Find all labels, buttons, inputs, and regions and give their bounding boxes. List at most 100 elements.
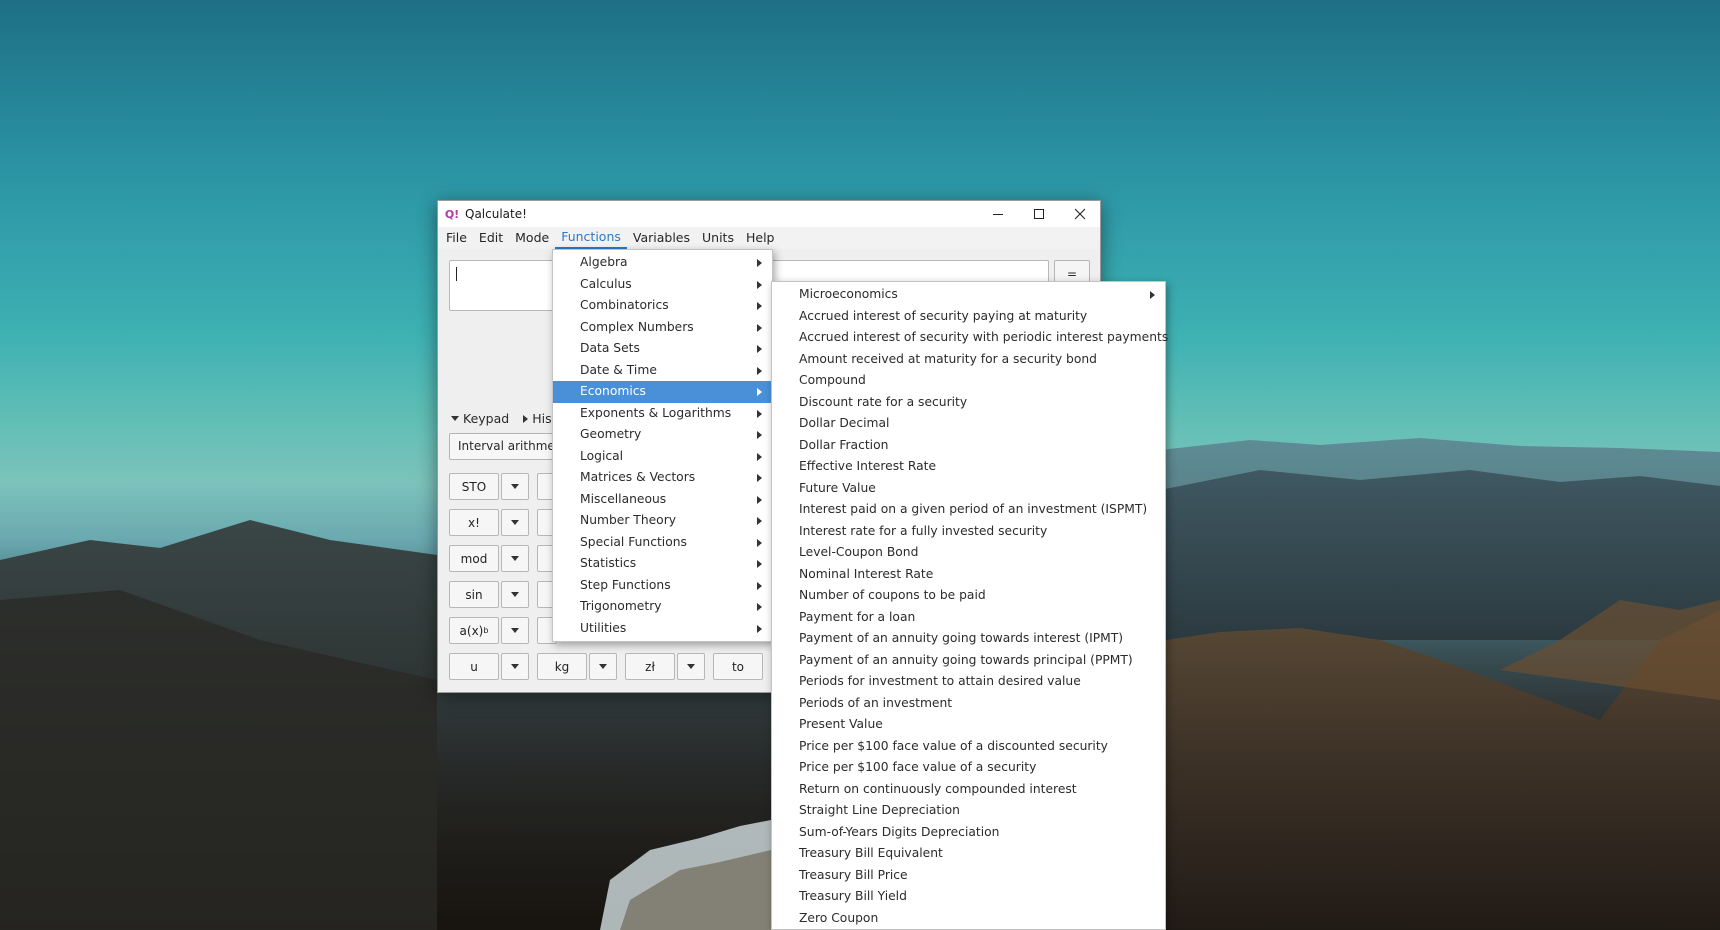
menu-item-label: Economics (580, 384, 646, 398)
text-caret (456, 267, 457, 281)
menu-help[interactable]: Help (740, 227, 781, 249)
sto-button[interactable]: STO (449, 473, 499, 500)
menu-file[interactable]: File (440, 227, 473, 249)
mod-button[interactable]: mod (449, 545, 499, 572)
menu-item-label: Logical (580, 448, 624, 463)
menu-item-label: Microeconomics (799, 287, 898, 301)
submenu-item[interactable]: Dollar Fraction (772, 435, 1165, 457)
submenu-arrow-icon (757, 538, 762, 547)
submenu-item[interactable]: Amount received at maturity for a securi… (772, 349, 1165, 371)
menu-units[interactable]: Units (696, 227, 740, 249)
maximize-button[interactable] (1018, 201, 1059, 227)
sin-button[interactable]: sin (449, 581, 499, 608)
submenu-item[interactable]: Price per $100 face value of a security (772, 757, 1165, 779)
unit-u-button[interactable]: u (449, 653, 499, 680)
submenu-item[interactable]: Accrued interest of security paying at m… (772, 306, 1165, 328)
submenu-arrow-icon (757, 366, 762, 375)
submenu-item[interactable]: Payment of an annuity going towards prin… (772, 650, 1165, 672)
unit-kg-button[interactable]: kg (537, 653, 587, 680)
menu-item-utilities[interactable]: Utilities (553, 618, 772, 640)
submenu-arrow-icon (757, 495, 762, 504)
submenu-item[interactable]: Future Value (772, 478, 1165, 500)
menu-item-exponents-logarithms[interactable]: Exponents & Logarithms (553, 403, 772, 425)
sto-dropdown[interactable] (501, 473, 529, 500)
submenu-item[interactable]: Present Value (772, 714, 1165, 736)
menu-item-label: Trigonometry (580, 599, 662, 613)
mod-dropdown[interactable] (501, 545, 529, 572)
factorial-dropdown[interactable] (501, 509, 529, 536)
menu-item-combinatorics[interactable]: Combinatorics (553, 295, 772, 317)
menu-item-logical[interactable]: Logical (553, 446, 772, 468)
dropdown-arrow-icon (511, 520, 519, 525)
menu-item-special-functions[interactable]: Special Functions (553, 532, 772, 554)
submenu-item[interactable]: Treasury Bill Equivalent (772, 843, 1165, 865)
menu-mode[interactable]: Mode (509, 227, 555, 249)
submenu-item[interactable]: Effective Interest Rate (772, 456, 1165, 478)
sin-dropdown[interactable] (501, 581, 529, 608)
submenu-item[interactable]: Price per $100 face value of a discounte… (772, 736, 1165, 758)
submenu-item[interactable]: Periods for investment to attain desired… (772, 671, 1165, 693)
menu-item-trigonometry[interactable]: Trigonometry (553, 596, 772, 618)
menu-edit[interactable]: Edit (473, 227, 509, 249)
menu-item-economics[interactable]: Economics (553, 381, 772, 403)
submenu-item[interactable]: Accrued interest of security with period… (772, 327, 1168, 349)
menu-item-label: Complex Numbers (580, 319, 694, 334)
unit-u-dropdown[interactable] (501, 653, 529, 680)
minimize-button[interactable] (977, 201, 1018, 227)
submenu-arrow-icon (757, 517, 762, 525)
minimize-icon (992, 214, 1003, 215)
unit-kg-dropdown[interactable] (589, 653, 617, 680)
submenu-arrow-icon (757, 388, 762, 396)
menu-item-statistics[interactable]: Statistics (553, 553, 772, 575)
menu-item-geometry[interactable]: Geometry (553, 424, 772, 446)
submenu-item[interactable]: Nominal Interest Rate (772, 564, 1165, 586)
submenu-item[interactable]: Periods of an investment (772, 693, 1165, 715)
keypad-toggle-label: Keypad (463, 411, 510, 426)
dropdown-arrow-icon (511, 556, 519, 561)
submenu-item[interactable]: Zero Coupon (772, 908, 1165, 930)
currency-zloty-button[interactable]: zł (625, 653, 675, 680)
convert-to-button[interactable]: to (713, 653, 763, 680)
menu-item-label: Exponents & Logarithms (580, 405, 732, 420)
submenu-item[interactable]: Compound (772, 370, 1165, 392)
power-dropdown[interactable] (501, 617, 529, 644)
submenu-item[interactable]: Return on continuously compounded intere… (772, 779, 1165, 801)
power-button[interactable]: a(x) b (449, 617, 499, 644)
menu-item-calculus[interactable]: Calculus (553, 274, 772, 296)
title-bar[interactable]: Q! Qalculate! (438, 201, 1100, 227)
submenu-item[interactable]: Payment of an annuity going towards inte… (772, 628, 1165, 650)
menu-variables[interactable]: Variables (627, 227, 696, 249)
submenu-item[interactable]: Straight Line Depreciation (772, 800, 1165, 822)
menu-item-complex-numbers[interactable]: Complex Numbers (553, 317, 772, 339)
submenu-item[interactable]: Level-Coupon Bond (772, 542, 1165, 564)
dropdown-arrow-icon (511, 592, 519, 597)
submenu-item[interactable]: Number of coupons to be paid (772, 585, 1165, 607)
menu-item-number-theory[interactable]: Number Theory (553, 510, 772, 532)
menu-item-label: Geometry (580, 427, 642, 441)
keypad-toggle[interactable]: Keypad (451, 411, 509, 426)
submenu-item[interactable]: Sum-of-Years Digits Depreciation (772, 822, 1165, 844)
submenu-item[interactable]: Treasury Bill Price (772, 865, 1165, 887)
menu-item-date-time[interactable]: Date & Time (553, 360, 772, 382)
currency-zloty-dropdown[interactable] (677, 653, 705, 680)
submenu-item[interactable]: Interest rate for a fully invested secur… (772, 521, 1165, 543)
submenu-item[interactable]: Dollar Decimal (772, 413, 1165, 435)
factorial-button[interactable]: x! (449, 509, 499, 536)
submenu-item[interactable]: Payment for a loan (772, 607, 1165, 629)
menu-item-label: Algebra (580, 255, 628, 269)
submenu-item[interactable]: Interest paid on a given period of an in… (772, 499, 1165, 521)
dropdown-arrow-icon (511, 484, 519, 489)
menu-functions[interactable]: Functions (555, 227, 627, 249)
submenu-item-microeconomics[interactable]: Microeconomics (772, 284, 1165, 306)
menu-item-matrices-vectors[interactable]: Matrices & Vectors (553, 467, 772, 489)
menu-item-miscellaneous[interactable]: Miscellaneous (553, 489, 772, 511)
interval-arithmetic-combo[interactable]: Interval arithmet (449, 433, 553, 460)
submenu-item[interactable]: Treasury Bill Yield (772, 886, 1165, 908)
menu-item-algebra[interactable]: Algebra (553, 252, 772, 274)
menu-item-data-sets[interactable]: Data Sets (553, 338, 772, 360)
submenu-item[interactable]: Discount rate for a security (772, 392, 1165, 414)
close-button[interactable] (1059, 201, 1100, 227)
submenu-arrow-icon (757, 345, 762, 353)
menu-item-step-functions[interactable]: Step Functions (553, 575, 772, 597)
qalculate-icon: Q! (444, 207, 460, 221)
